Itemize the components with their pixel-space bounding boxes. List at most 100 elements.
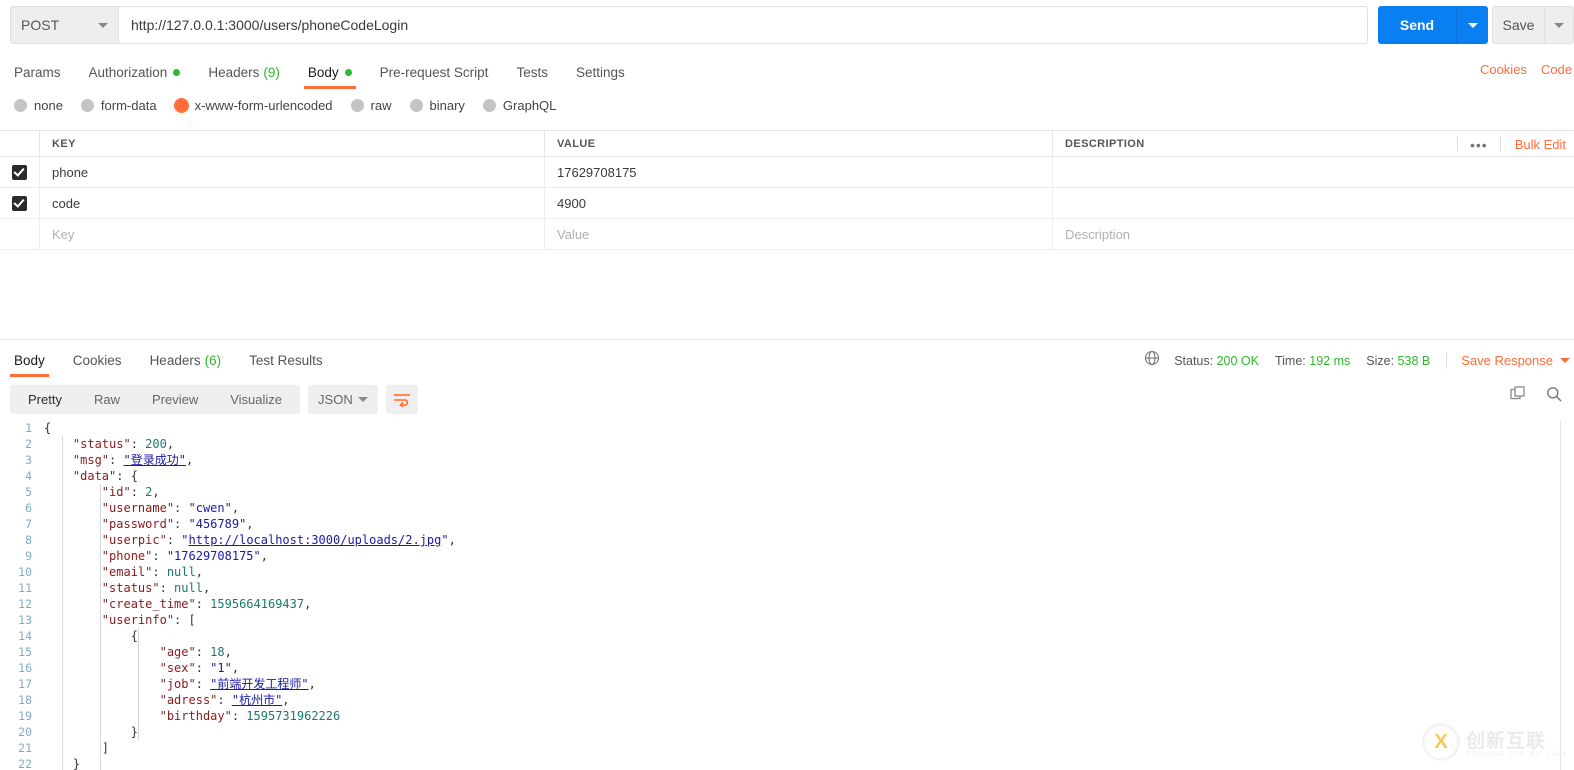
more-options-icon[interactable]: •••	[1458, 138, 1500, 152]
bulk-edit-button[interactable]: Bulk Edit	[1501, 137, 1566, 152]
tab-tests[interactable]: Tests	[502, 58, 562, 86]
token-pun: ,	[196, 565, 203, 579]
body-type-raw[interactable]: raw	[351, 98, 392, 113]
chevron-down-icon	[358, 397, 368, 402]
line-number: 9	[0, 548, 44, 564]
http-method-dropdown[interactable]: POST	[10, 6, 118, 44]
response-tab-test-results[interactable]: Test Results	[235, 346, 337, 374]
copy-icon[interactable]	[1510, 386, 1526, 407]
header-key-cell: KEY	[40, 131, 545, 156]
new-value-input[interactable]: Value	[545, 219, 1053, 249]
search-icon[interactable]	[1546, 386, 1562, 407]
token-pun: ]	[102, 741, 109, 755]
body-type-binary[interactable]: binary	[410, 98, 465, 113]
line-number: 12	[0, 596, 44, 612]
row-description-cell[interactable]	[1053, 188, 1574, 218]
view-mode-pretty[interactable]: Pretty	[12, 387, 78, 412]
row-key-text: code	[52, 196, 80, 211]
row-description-cell[interactable]	[1053, 157, 1574, 187]
code-line: 6 "username": "cwen",	[0, 500, 1545, 516]
token-pun: :	[174, 517, 188, 531]
url-input[interactable]: http://127.0.0.1:3000/users/phoneCodeLog…	[118, 6, 1368, 44]
tab-authorization[interactable]: Authorization	[75, 58, 195, 86]
row-checkbox[interactable]	[12, 165, 27, 180]
response-tab-body[interactable]: Body	[0, 346, 59, 374]
watermark-logo: X 创新互联 CHUANG XIN HU LIAN	[1422, 720, 1570, 764]
line-number: 13	[0, 612, 44, 628]
token-key: "username"	[102, 501, 174, 515]
row-checkbox[interactable]	[12, 196, 27, 211]
line-number: 11	[0, 580, 44, 596]
radio-icon	[483, 99, 496, 112]
tab-body[interactable]: Body	[294, 58, 366, 86]
row-key-cell[interactable]: code	[40, 188, 545, 218]
tab-settings[interactable]: Settings	[562, 58, 639, 86]
chevron-down-icon	[1468, 23, 1478, 28]
view-mode-preview[interactable]: Preview	[136, 387, 214, 412]
globe-icon[interactable]	[1144, 350, 1160, 371]
time-value: 192 ms	[1309, 354, 1350, 368]
cookies-link[interactable]: Cookies	[1480, 62, 1527, 77]
line-number: 15	[0, 644, 44, 660]
save-response-button[interactable]: Save Response	[1447, 353, 1570, 368]
view-mode-visualize[interactable]: Visualize	[214, 387, 298, 412]
code-link[interactable]: Code	[1541, 62, 1572, 77]
line-number: 3	[0, 452, 44, 468]
token-key: "sex"	[160, 661, 196, 675]
code-scrollbar-track[interactable]	[1561, 420, 1574, 770]
tab-headers[interactable]: Headers (9)	[194, 58, 294, 86]
row-checkbox-cell	[0, 188, 40, 218]
token-str: "17629708175"	[167, 549, 261, 563]
body-type-graphql[interactable]: GraphQL	[483, 98, 556, 113]
token-pun: ,	[282, 693, 289, 707]
body-type-none[interactable]: none	[14, 98, 63, 113]
token-key: "email"	[102, 565, 153, 579]
token-num: 1595731962226	[246, 709, 340, 723]
tab-params[interactable]: Params	[0, 58, 75, 86]
code-line: 21 ]	[0, 740, 1545, 756]
response-tab-headers[interactable]: Headers (6)	[136, 346, 236, 374]
table-row[interactable]: code 4900	[0, 188, 1574, 219]
token-key: "job"	[160, 677, 196, 691]
row-key-text: phone	[52, 165, 88, 180]
new-description-input[interactable]: Description	[1053, 219, 1574, 249]
response-tab-cookies[interactable]: Cookies	[59, 346, 136, 374]
tab-pre-request-script[interactable]: Pre-request Script	[366, 58, 503, 86]
pane-divider[interactable]	[0, 339, 1574, 340]
response-format-dropdown[interactable]: JSON	[308, 385, 378, 414]
table-tools: ••• Bulk Edit	[1457, 131, 1566, 158]
send-button[interactable]: Send	[1378, 6, 1456, 44]
send-options-button[interactable]	[1456, 6, 1488, 44]
token-key: "userinfo"	[102, 613, 174, 627]
response-meta: Status: 200 OK Time: 192 ms Size: 538 B …	[1144, 350, 1570, 371]
body-type-x-www-form-urlencoded[interactable]: x-www-form-urlencoded	[175, 98, 333, 113]
save-options-button[interactable]	[1544, 6, 1574, 44]
token-pun: :	[160, 581, 174, 595]
tab-label: Headers	[208, 65, 259, 80]
new-key-input[interactable]: Key	[40, 219, 545, 249]
status-dot-icon	[345, 69, 352, 76]
size-label: Size:	[1366, 354, 1394, 368]
response-toolbar: Pretty Raw Preview Visualize JSON	[10, 385, 418, 414]
new-description-placeholder: Description	[1065, 227, 1130, 242]
token-pun: : [	[174, 613, 196, 627]
view-mode-raw[interactable]: Raw	[78, 387, 136, 412]
response-body-code[interactable]: 1{2 "status": 200,3 "msg": "登录成功",4 "dat…	[0, 420, 1545, 770]
save-button[interactable]: Save	[1492, 6, 1544, 44]
word-wrap-toggle[interactable]	[386, 385, 418, 414]
code-line: 7 "password": "456789",	[0, 516, 1545, 532]
row-key-cell[interactable]: phone	[40, 157, 545, 187]
token-pun: {	[131, 629, 138, 643]
token-pun: ,	[225, 645, 232, 659]
token-pun: :	[196, 661, 210, 675]
code-line: 4 "data": {	[0, 468, 1545, 484]
body-type-form-data[interactable]: form-data	[81, 98, 157, 113]
row-value-cell[interactable]: 4900	[545, 188, 1053, 218]
token-pun: ,	[203, 581, 210, 595]
row-value-cell[interactable]: 17629708175	[545, 157, 1053, 187]
table-row[interactable]: phone 17629708175	[0, 157, 1574, 188]
code-line: 1{	[0, 420, 1545, 436]
table-empty-row[interactable]: Key Value Description	[0, 219, 1574, 250]
token-pun: :	[152, 549, 166, 563]
code-line: 18 "adress": "杭州市",	[0, 692, 1545, 708]
